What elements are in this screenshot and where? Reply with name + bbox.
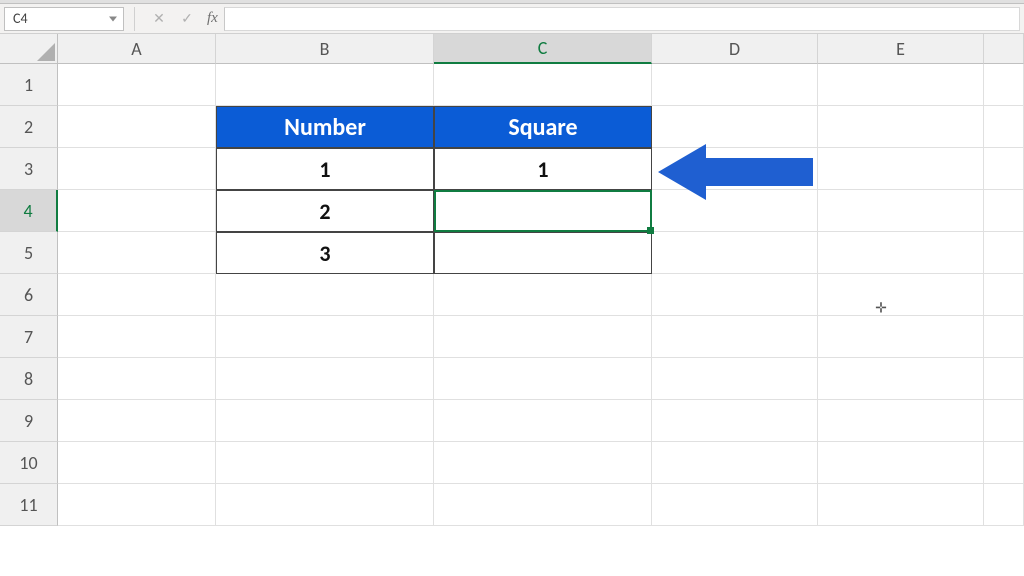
cell-E10[interactable]: [818, 442, 984, 484]
cell-D11[interactable]: [652, 484, 818, 526]
cell-E1[interactable]: [818, 64, 984, 106]
cell-F10[interactable]: [984, 442, 1024, 484]
cell-F3[interactable]: [984, 148, 1024, 190]
cell-C4[interactable]: [434, 190, 652, 232]
cell-C8[interactable]: [434, 358, 652, 400]
cell-D1[interactable]: [652, 64, 818, 106]
cell-C2[interactable]: Square: [434, 106, 652, 148]
cell-A2[interactable]: [58, 106, 216, 148]
col-header-D[interactable]: D: [652, 34, 818, 64]
select-all-corner[interactable]: [0, 34, 58, 64]
cell-F6[interactable]: [984, 274, 1024, 316]
col-header-E[interactable]: E: [818, 34, 984, 64]
name-box[interactable]: C4: [4, 7, 124, 31]
cell-E3[interactable]: [818, 148, 984, 190]
check-icon: ✓: [181, 10, 193, 27]
cell-C1[interactable]: [434, 64, 652, 106]
cell-A5[interactable]: [58, 232, 216, 274]
cell-C11[interactable]: [434, 484, 652, 526]
enter-formula-button: ✓: [173, 7, 201, 31]
cell-B10[interactable]: [216, 442, 434, 484]
cell-B4[interactable]: 2: [216, 190, 434, 232]
cell-E8[interactable]: [818, 358, 984, 400]
cell-F7[interactable]: [984, 316, 1024, 358]
cell-C9[interactable]: [434, 400, 652, 442]
cell-D7[interactable]: [652, 316, 818, 358]
spreadsheet-grid[interactable]: A B C D E 1 2 Number Square 3 1 1 4 2 5 …: [0, 34, 1024, 526]
col-header-A[interactable]: A: [58, 34, 216, 64]
cell-C7[interactable]: [434, 316, 652, 358]
cell-C10[interactable]: [434, 442, 652, 484]
row-header-9[interactable]: 9: [0, 400, 58, 442]
cell-E6[interactable]: [818, 274, 984, 316]
cell-C6[interactable]: [434, 274, 652, 316]
cell-B7[interactable]: [216, 316, 434, 358]
cell-A6[interactable]: [58, 274, 216, 316]
cell-A11[interactable]: [58, 484, 216, 526]
formula-input[interactable]: [224, 7, 1020, 31]
row-header-11[interactable]: 11: [0, 484, 58, 526]
cell-F9[interactable]: [984, 400, 1024, 442]
cell-B1[interactable]: [216, 64, 434, 106]
cell-A4[interactable]: [58, 190, 216, 232]
cell-E11[interactable]: [818, 484, 984, 526]
cell-D5[interactable]: [652, 232, 818, 274]
row-header-3[interactable]: 3: [0, 148, 58, 190]
cell-A9[interactable]: [58, 400, 216, 442]
row-header-5[interactable]: 5: [0, 232, 58, 274]
cell-B3[interactable]: 1: [216, 148, 434, 190]
row-header-7[interactable]: 7: [0, 316, 58, 358]
cell-E5[interactable]: [818, 232, 984, 274]
col-header-B[interactable]: B: [216, 34, 434, 64]
cell-F11[interactable]: [984, 484, 1024, 526]
cell-B5[interactable]: 3: [216, 232, 434, 274]
cell-A1[interactable]: [58, 64, 216, 106]
cancel-formula-button: ✕: [145, 7, 173, 31]
cell-A3[interactable]: [58, 148, 216, 190]
cell-F1[interactable]: [984, 64, 1024, 106]
cell-E4[interactable]: [818, 190, 984, 232]
cell-C3[interactable]: 1: [434, 148, 652, 190]
cell-F8[interactable]: [984, 358, 1024, 400]
cell-E2[interactable]: [818, 106, 984, 148]
fx-label[interactable]: fx: [207, 10, 218, 27]
cell-C5[interactable]: [434, 232, 652, 274]
cell-E9[interactable]: [818, 400, 984, 442]
row-header-6[interactable]: 6: [0, 274, 58, 316]
cell-D8[interactable]: [652, 358, 818, 400]
cell-A8[interactable]: [58, 358, 216, 400]
name-box-dropdown-icon[interactable]: [109, 16, 117, 21]
cell-B8[interactable]: [216, 358, 434, 400]
row-header-4[interactable]: 4: [0, 190, 58, 232]
cell-D9[interactable]: [652, 400, 818, 442]
cell-A10[interactable]: [58, 442, 216, 484]
x-icon: ✕: [153, 10, 165, 27]
row-header-10[interactable]: 10: [0, 442, 58, 484]
cell-B6[interactable]: [216, 274, 434, 316]
cell-F5[interactable]: [984, 232, 1024, 274]
formula-bar: C4 ✕ ✓ fx: [0, 4, 1024, 34]
cell-B11[interactable]: [216, 484, 434, 526]
divider: [134, 7, 135, 31]
col-header-F[interactable]: [984, 34, 1024, 64]
cell-A7[interactable]: [58, 316, 216, 358]
annotation-arrow-icon: [658, 142, 818, 202]
cell-E7[interactable]: [818, 316, 984, 358]
cell-B2[interactable]: Number: [216, 106, 434, 148]
cell-D10[interactable]: [652, 442, 818, 484]
cell-F2[interactable]: [984, 106, 1024, 148]
name-box-value: C4: [13, 10, 28, 27]
cell-F4[interactable]: [984, 190, 1024, 232]
row-header-2[interactable]: 2: [0, 106, 58, 148]
row-header-1[interactable]: 1: [0, 64, 58, 106]
cursor-plus-icon: ✛: [875, 300, 887, 317]
cell-D6[interactable]: [652, 274, 818, 316]
cell-B9[interactable]: [216, 400, 434, 442]
row-header-8[interactable]: 8: [0, 358, 58, 400]
col-header-C[interactable]: C: [434, 34, 652, 64]
